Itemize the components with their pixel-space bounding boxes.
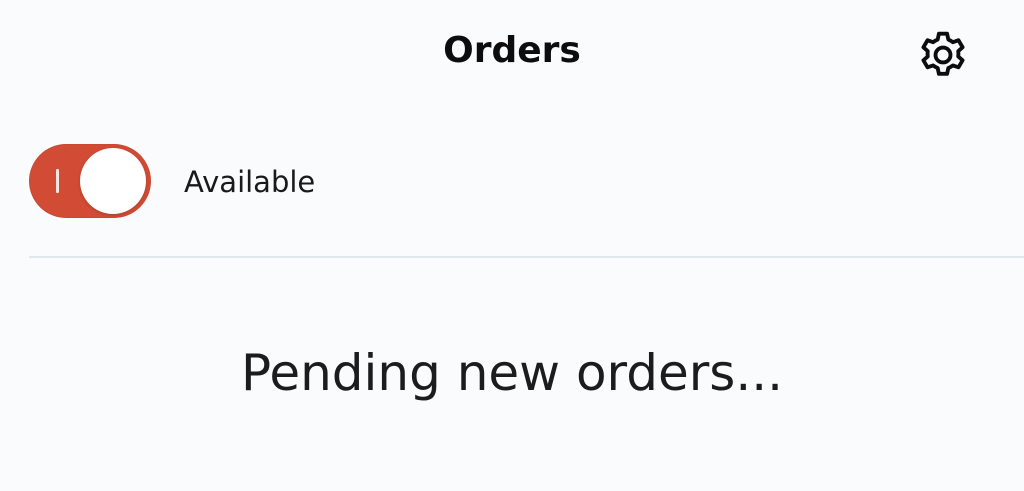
- toggle-knob: [80, 148, 146, 214]
- gear-icon: [921, 31, 965, 76]
- divider: [29, 256, 1024, 258]
- availability-row: Available: [0, 130, 1024, 230]
- orders-empty-message: Pending new orders...: [240, 344, 784, 402]
- page-title: Orders: [443, 30, 581, 71]
- availability-toggle[interactable]: [29, 144, 151, 218]
- toggle-on-indicator: [56, 169, 59, 193]
- header: Orders: [0, 0, 1024, 110]
- settings-button[interactable]: [912, 26, 974, 84]
- availability-label: Available: [184, 165, 316, 199]
